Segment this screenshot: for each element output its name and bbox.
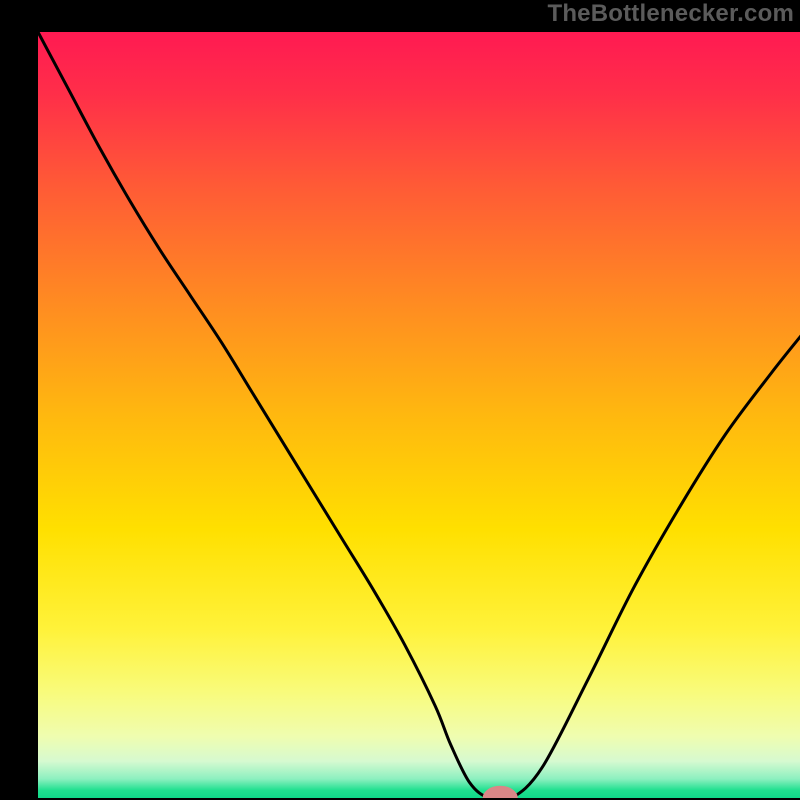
plot-area	[0, 0, 800, 800]
chart-container: TheBottlenecker.com	[0, 0, 800, 800]
bottleneck-chart	[0, 0, 800, 800]
gradient-background	[38, 32, 800, 798]
watermark-text: TheBottlenecker.com	[547, 0, 794, 28]
